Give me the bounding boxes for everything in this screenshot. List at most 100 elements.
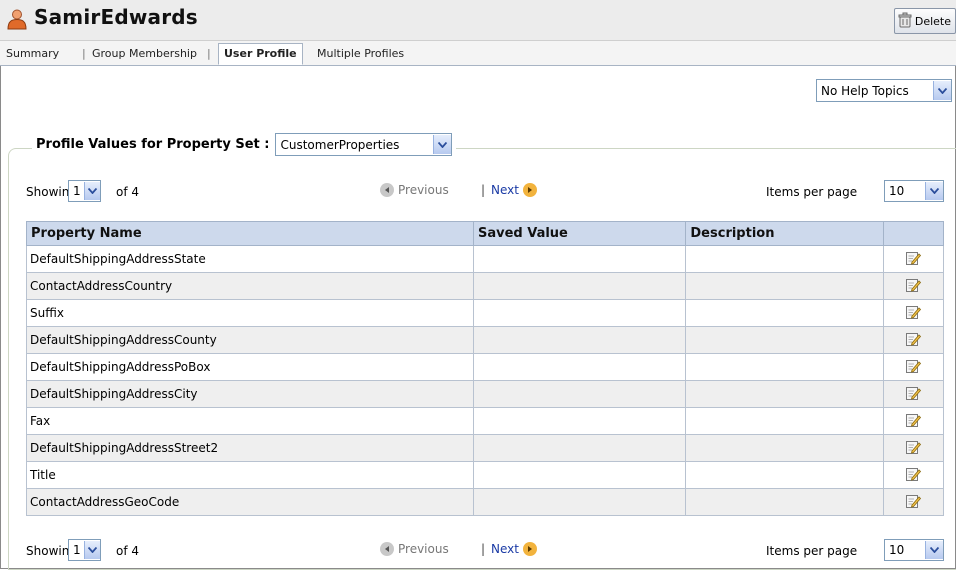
pager-separator: | <box>481 183 486 197</box>
delete-button[interactable]: Delete <box>893 8 956 34</box>
chevron-down-icon[interactable] <box>925 541 943 559</box>
items-per-page-label: Items per page <box>766 185 858 199</box>
property-name-cell: DefaultShippingAddressPoBox <box>26 353 474 381</box>
edit-icon[interactable] <box>905 440 922 458</box>
description-cell <box>685 461 884 489</box>
previous-link[interactable]: Previous <box>380 542 449 556</box>
tab-group-membership[interactable]: Group Membership <box>92 47 197 60</box>
edit-cell <box>882 407 945 435</box>
tab-summary[interactable]: Summary <box>6 47 59 60</box>
property-set-label: Profile Values for Property Set : <box>36 137 270 152</box>
saved-value-cell <box>472 407 687 435</box>
property-set-legend: Profile Values for Property Set : Custom… <box>32 133 457 156</box>
pager-separator: | <box>481 542 486 556</box>
help-topics-value: No Help Topics <box>821 83 909 98</box>
property-set-select[interactable]: CustomerProperties <box>275 133 453 156</box>
edit-cell <box>882 488 945 516</box>
table-row: Suffix <box>26 299 945 327</box>
property-name-cell: DefaultShippingAddressCounty <box>26 326 474 354</box>
edit-icon[interactable] <box>905 494 922 512</box>
column-header-actions <box>882 221 945 246</box>
previous-link[interactable]: Previous <box>380 183 449 197</box>
page-value: 1 <box>73 543 81 557</box>
column-header-description[interactable]: Description <box>685 221 884 246</box>
user-icon <box>6 8 28 30</box>
help-topics-select[interactable]: No Help Topics <box>816 79 952 102</box>
page-select[interactable]: 1 <box>68 180 101 202</box>
saved-value-cell <box>472 353 687 381</box>
tab-user-profile[interactable]: User Profile <box>218 43 303 65</box>
description-cell <box>685 353 884 381</box>
previous-label: Previous <box>398 183 449 197</box>
column-header-property-name[interactable]: Property Name <box>26 221 474 246</box>
edit-cell <box>882 380 945 408</box>
chevron-down-icon[interactable] <box>83 541 100 559</box>
next-label: Next <box>491 183 519 197</box>
page-header: SamirEdwards Delete <box>0 0 956 41</box>
description-cell <box>685 488 884 516</box>
trash-icon <box>897 12 915 31</box>
page-count-label: of 4 <box>116 185 140 199</box>
saved-value-cell <box>472 380 687 408</box>
table-row: DefaultShippingAddressCity <box>26 380 945 408</box>
delete-label: Delete <box>914 14 951 28</box>
edit-cell <box>882 353 945 381</box>
property-set-value: CustomerProperties <box>280 137 400 152</box>
chevron-down-icon[interactable] <box>933 81 951 100</box>
items-per-page-select[interactable]: 10 <box>884 180 944 202</box>
arrow-left-circle-icon <box>380 183 394 197</box>
edit-icon[interactable] <box>905 305 922 323</box>
table-row: Title <box>26 461 945 489</box>
arrow-left-circle-icon <box>380 542 394 556</box>
edit-cell <box>882 299 945 327</box>
tab-separator: | <box>207 47 211 60</box>
saved-value-cell <box>472 245 687 273</box>
next-link[interactable]: Next <box>491 183 537 197</box>
tab-bar: Summary | Group Membership | User Profil… <box>0 41 956 66</box>
column-header-saved-value[interactable]: Saved Value <box>472 221 687 246</box>
description-cell <box>685 299 884 327</box>
next-link[interactable]: Next <box>491 542 537 556</box>
items-per-page-select[interactable]: 10 <box>884 539 944 561</box>
saved-value-cell <box>472 326 687 354</box>
arrow-right-circle-icon <box>522 542 537 556</box>
table-header-row: Property Name Saved Value Description <box>26 221 945 246</box>
edit-cell <box>882 245 945 273</box>
edit-icon[interactable] <box>905 467 922 485</box>
property-name-cell: Fax <box>26 407 474 435</box>
items-per-page-value: 10 <box>889 184 905 198</box>
table-row: Fax <box>26 407 945 435</box>
property-name-cell: DefaultShippingAddressCity <box>26 380 474 408</box>
edit-icon[interactable] <box>905 386 922 404</box>
tab-multiple-profiles[interactable]: Multiple Profiles <box>317 47 404 60</box>
description-cell <box>685 326 884 354</box>
description-cell <box>685 407 884 435</box>
property-name-cell: ContactAddressGeoCode <box>26 488 474 516</box>
saved-value-cell <box>472 461 687 489</box>
property-name-cell: DefaultShippingAddressState <box>26 245 474 273</box>
page-select[interactable]: 1 <box>68 539 101 561</box>
edit-icon[interactable] <box>905 332 922 350</box>
edit-icon[interactable] <box>905 251 922 269</box>
edit-icon[interactable] <box>905 413 922 431</box>
property-name-cell: Title <box>26 461 474 489</box>
page-title: SamirEdwards <box>34 5 198 29</box>
saved-value-cell <box>472 434 687 462</box>
page-value: 1 <box>73 184 81 198</box>
chevron-down-icon[interactable] <box>83 182 100 200</box>
chevron-down-icon[interactable] <box>925 182 943 200</box>
page-count-label: of 4 <box>116 544 140 558</box>
edit-cell <box>882 461 945 489</box>
table-row: DefaultShippingAddressPoBox <box>26 353 945 381</box>
description-cell <box>685 380 884 408</box>
items-per-page-label: Items per page <box>766 544 858 558</box>
chevron-down-icon[interactable] <box>433 135 452 154</box>
description-cell <box>685 272 884 300</box>
edit-cell <box>882 326 945 354</box>
property-name-cell: Suffix <box>26 299 474 327</box>
edit-icon[interactable] <box>905 359 922 377</box>
tab-separator: | <box>82 47 86 60</box>
table-row: DefaultShippingAddressCounty <box>26 326 945 354</box>
property-name-cell: ContactAddressCountry <box>26 272 474 300</box>
edit-icon[interactable] <box>905 278 922 296</box>
